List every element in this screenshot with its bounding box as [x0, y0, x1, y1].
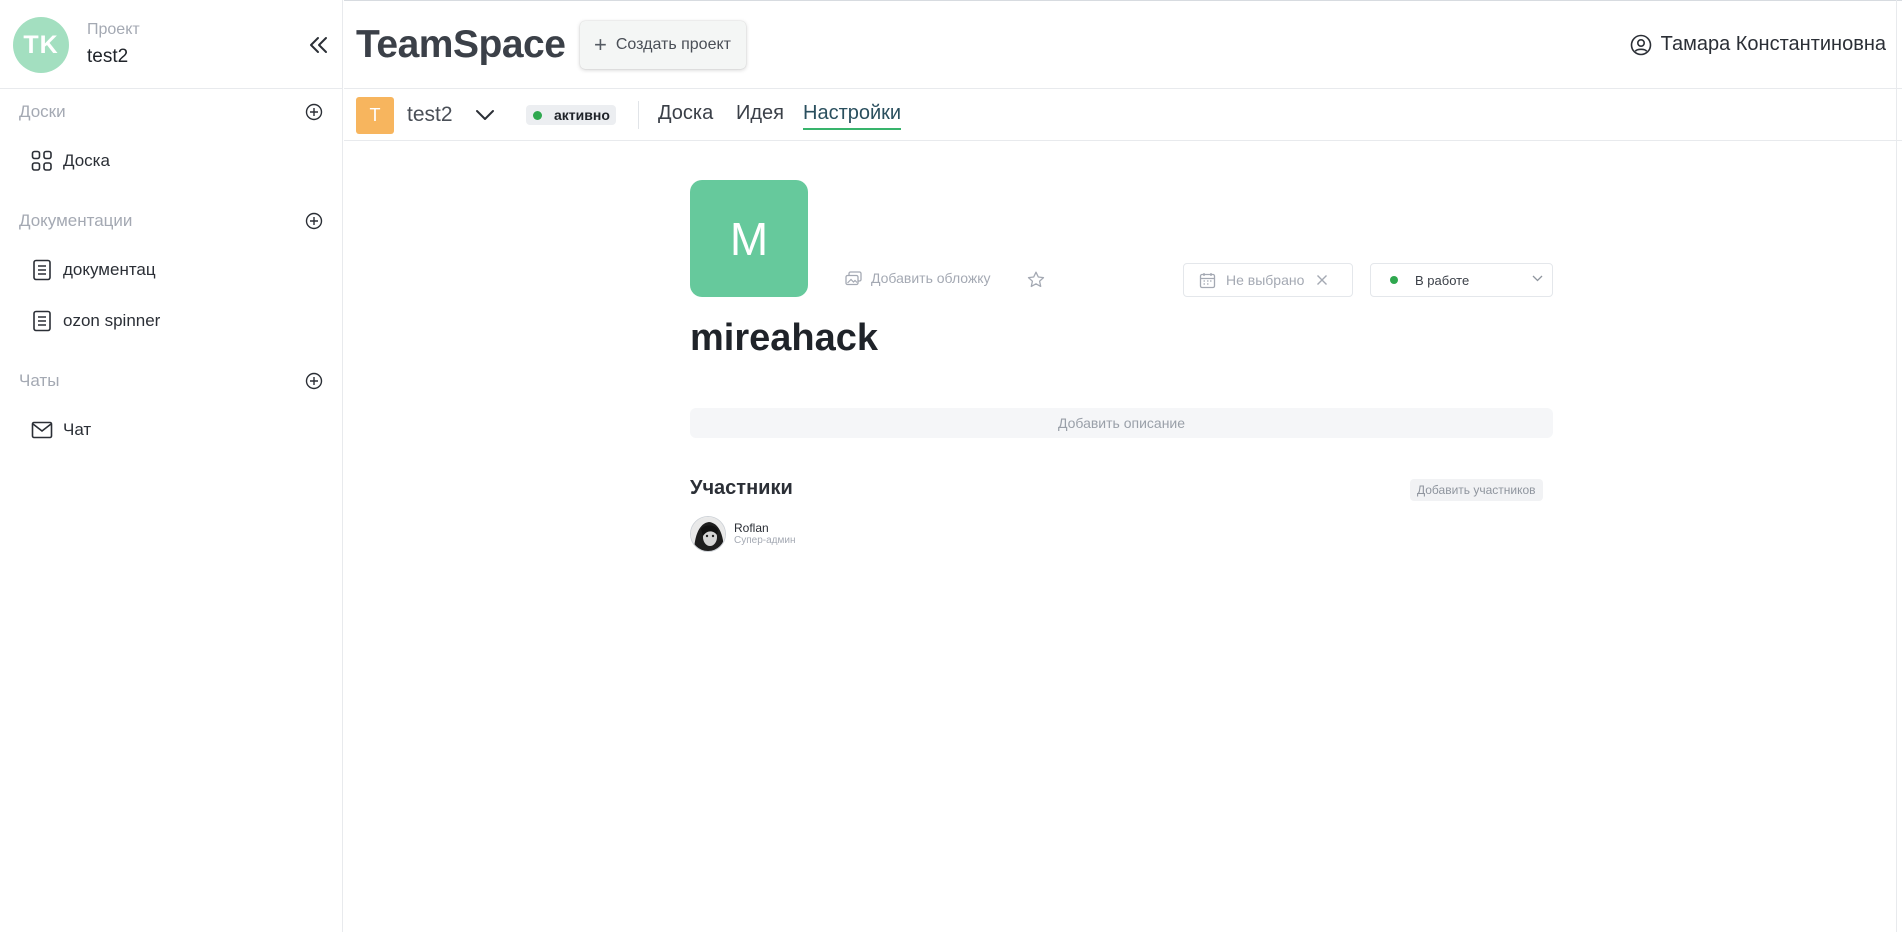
plus-icon: +	[594, 32, 607, 57]
project-bar: T test2 активно Доска Идея Настройки	[344, 89, 1902, 141]
user-circle-icon	[1630, 34, 1651, 55]
create-project-button[interactable]: + Создать проект	[580, 21, 746, 69]
member-info: Roflan Супер-админ	[734, 521, 795, 547]
app-window: TK Проект test2 Доски Доска Документации…	[0, 0, 1902, 932]
add-cover-button[interactable]: Добавить обложку	[845, 270, 991, 286]
chevron-down-icon	[1532, 275, 1543, 282]
section-chats-title: Чаты	[19, 371, 60, 390]
document-icon	[30, 309, 54, 333]
due-date-picker[interactable]: Не выбрано	[1183, 263, 1353, 297]
task-title[interactable]: mireahack	[690, 317, 878, 360]
sidebar-item-label: Доска	[63, 151, 110, 170]
due-date-value: Не выбрано	[1226, 272, 1305, 288]
project-switcher-button[interactable]	[472, 102, 498, 128]
sidebar-item-chat[interactable]: Чат	[19, 412, 319, 448]
project-name[interactable]: test2	[87, 46, 128, 68]
project-badge: T	[356, 97, 394, 134]
member-name: Roflan	[734, 521, 769, 535]
task-cover[interactable]: M	[690, 180, 808, 297]
plus-circle-icon	[305, 212, 323, 230]
description-placeholder: Добавить описание	[1057, 415, 1186, 431]
top-bar: TeamSpace + Создать проект Тамара Конста…	[344, 0, 1902, 89]
favorite-star-button[interactable]	[1027, 271, 1045, 293]
tab-settings[interactable]: Настройки	[803, 102, 902, 130]
mail-icon	[30, 418, 54, 442]
collapse-sidebar-button[interactable]	[303, 30, 333, 60]
add-cover-label: Добавить обложку	[871, 270, 991, 286]
add-board-button[interactable]	[305, 103, 323, 121]
divider	[638, 101, 639, 129]
project-status-badge[interactable]: активно	[526, 105, 616, 125]
clear-date-button[interactable]	[1316, 274, 1328, 286]
add-members-label: Добавить участников	[1417, 483, 1536, 497]
project-switcher-name[interactable]: test2	[407, 103, 453, 127]
member-role: Супер-админ	[734, 535, 796, 546]
tab-board[interactable]: Доска	[658, 102, 713, 128]
sidebar-header: TK Проект test2	[0, 0, 343, 89]
user-name: Тамара Константиновна	[1660, 33, 1886, 55]
section-boards-title: Доски	[19, 102, 66, 121]
sidebar-item-doc[interactable]: ozon spinner	[19, 303, 319, 339]
brand-logo[interactable]: TeamSpace	[356, 23, 566, 67]
image-icon	[845, 270, 862, 285]
create-project-label: Создать проект	[615, 36, 731, 53]
stage-status-dot	[1390, 276, 1398, 284]
chevron-down-icon	[476, 110, 494, 120]
close-icon	[1317, 275, 1328, 285]
document-icon	[30, 258, 54, 282]
user-menu[interactable]: Тамара Константиновна	[1630, 33, 1886, 56]
add-chat-button[interactable]	[305, 372, 323, 390]
sidebar-item-label: ozon spinner	[63, 311, 161, 330]
star-icon	[1027, 271, 1045, 288]
avatar	[690, 516, 726, 552]
scrollbar[interactable]	[1896, 0, 1902, 932]
project-status-label: активно	[554, 107, 610, 123]
project-avatar[interactable]: TK	[13, 17, 69, 73]
tab-idea[interactable]: Идея	[736, 102, 784, 128]
sidebar-item-doc[interactable]: документац	[19, 252, 319, 288]
members-heading: Участники	[690, 477, 793, 499]
plus-circle-icon	[305, 372, 323, 390]
stage-select[interactable]: В работе	[1370, 263, 1553, 297]
project-label: Проект	[87, 21, 140, 38]
sidebar-item-label: документац	[63, 260, 156, 279]
sidebar-item-board[interactable]: Доска	[19, 143, 319, 179]
sidebar: TK Проект test2 Доски Доска Документации…	[0, 0, 343, 932]
section-docs-title: Документации	[19, 211, 133, 230]
status-dot	[533, 110, 542, 120]
member-row[interactable]: Roflan Супер-админ	[690, 516, 795, 552]
add-members-button[interactable]: Добавить участников	[1410, 479, 1543, 501]
description-field[interactable]: Добавить описание	[690, 408, 1553, 438]
stage-select-value: В работе	[1415, 272, 1470, 288]
double-chevron-left-icon	[310, 37, 327, 53]
plus-circle-icon	[305, 103, 323, 121]
calendar-icon	[1199, 272, 1216, 288]
sidebar-item-label: Чат	[63, 420, 92, 439]
add-doc-button[interactable]	[305, 212, 323, 230]
grid-icon	[30, 149, 54, 173]
